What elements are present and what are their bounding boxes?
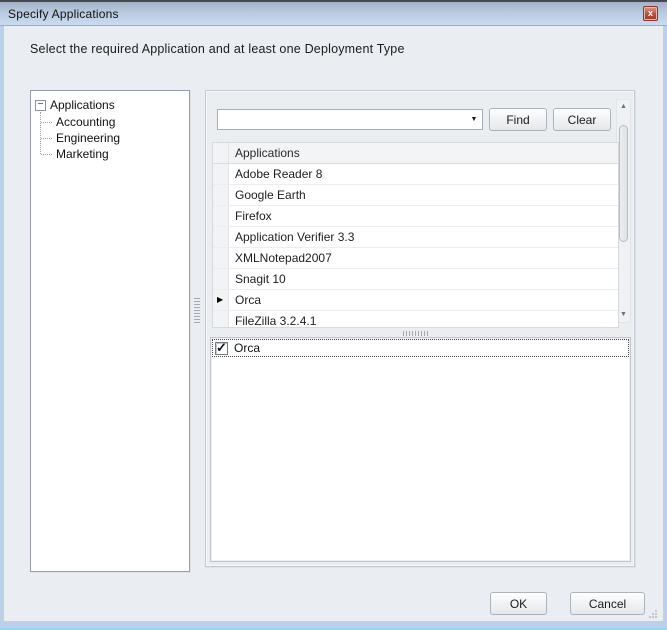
grid-header-row: Applications [213, 143, 618, 164]
row-selector[interactable]: ▶ [213, 290, 229, 310]
row-label[interactable]: Orca [229, 290, 618, 310]
row-label[interactable]: Firefox [229, 206, 618, 226]
row-label[interactable]: Application Verifier 3.3 [229, 227, 618, 247]
row-label[interactable]: FileZilla 3.2.4.1 [229, 311, 618, 328]
scroll-up-icon[interactable]: ▲ [617, 100, 630, 114]
row-selector[interactable] [213, 248, 229, 268]
table-row-selected[interactable]: ▶ Orca [213, 290, 618, 311]
tree-node-marketing[interactable]: Marketing [40, 146, 185, 162]
checkmark-icon: ✓ [216, 340, 227, 356]
titlebar[interactable]: Specify Applications x [0, 2, 667, 26]
instruction-text: Select the required Application and at l… [30, 42, 405, 56]
row-label[interactable]: Google Earth [229, 185, 618, 205]
window-border-right [663, 26, 667, 630]
table-row[interactable]: Adobe Reader 8 [213, 164, 618, 185]
applications-tree: − Applications Accounting Engineering Ma… [30, 90, 190, 572]
tree-node-accounting[interactable]: Accounting [40, 114, 185, 130]
clear-button[interactable]: Clear [553, 108, 611, 131]
table-row[interactable]: FileZilla 3.2.4.1 [213, 311, 618, 328]
chevron-down-icon[interactable]: ▼ [466, 110, 482, 129]
row-selector[interactable] [213, 164, 229, 184]
window-border-bottom [0, 621, 667, 628]
current-row-icon: ▶ [217, 296, 223, 304]
tree-node-engineering[interactable]: Engineering [40, 130, 185, 146]
applications-grid: Applications Adobe Reader 8 Google Earth… [212, 142, 619, 328]
window-title: Specify Applications [8, 7, 119, 21]
find-button[interactable]: Find [489, 108, 547, 131]
header-selector-cell [213, 143, 229, 163]
tree-node-applications[interactable]: − Applications [35, 97, 185, 113]
window-border-left [0, 26, 4, 630]
deployment-type-label: Orca [234, 341, 260, 355]
row-label[interactable]: XMLNotepad2007 [229, 248, 618, 268]
checkbox[interactable]: ✓ [215, 342, 228, 355]
specify-applications-dialog: Specify Applications x Select the requir… [0, 0, 667, 630]
deployment-type-list: ✓ Orca [210, 337, 631, 562]
ok-button[interactable]: OK [490, 592, 547, 615]
row-selector[interactable] [213, 185, 229, 205]
table-row[interactable]: Application Verifier 3.3 [213, 227, 618, 248]
row-label[interactable]: Adobe Reader 8 [229, 164, 618, 184]
search-combobox[interactable]: ▼ [217, 109, 483, 130]
row-selector[interactable] [213, 269, 229, 289]
splitter-grip-icon [403, 331, 429, 336]
collapse-icon[interactable]: − [35, 100, 46, 111]
tree-children: Accounting Engineering Marketing [40, 114, 185, 162]
close-icon[interactable]: x [643, 6, 658, 21]
table-row[interactable]: Snagit 10 [213, 269, 618, 290]
row-label[interactable]: Snagit 10 [229, 269, 618, 289]
row-selector[interactable] [213, 206, 229, 226]
vertical-splitter[interactable] [192, 90, 204, 572]
list-item[interactable]: ✓ Orca [212, 339, 629, 357]
splitter-grip-icon [194, 298, 200, 324]
grid-header-label: Applications [229, 143, 618, 163]
tree-root-label: Applications [50, 98, 115, 112]
scrollbar-thumb[interactable] [619, 125, 628, 242]
horizontal-splitter[interactable] [212, 329, 619, 337]
table-row[interactable]: Google Earth [213, 185, 618, 206]
table-row[interactable]: Firefox [213, 206, 618, 227]
table-row[interactable]: XMLNotepad2007 [213, 248, 618, 269]
search-input[interactable] [218, 110, 466, 129]
row-selector[interactable] [213, 227, 229, 247]
applications-panel: ▼ Find Clear ▲ ▼ Applications Adobe Read… [205, 90, 635, 567]
row-selector[interactable] [213, 311, 229, 328]
resize-grip-icon[interactable] [655, 616, 657, 618]
cancel-button[interactable]: Cancel [570, 592, 645, 615]
